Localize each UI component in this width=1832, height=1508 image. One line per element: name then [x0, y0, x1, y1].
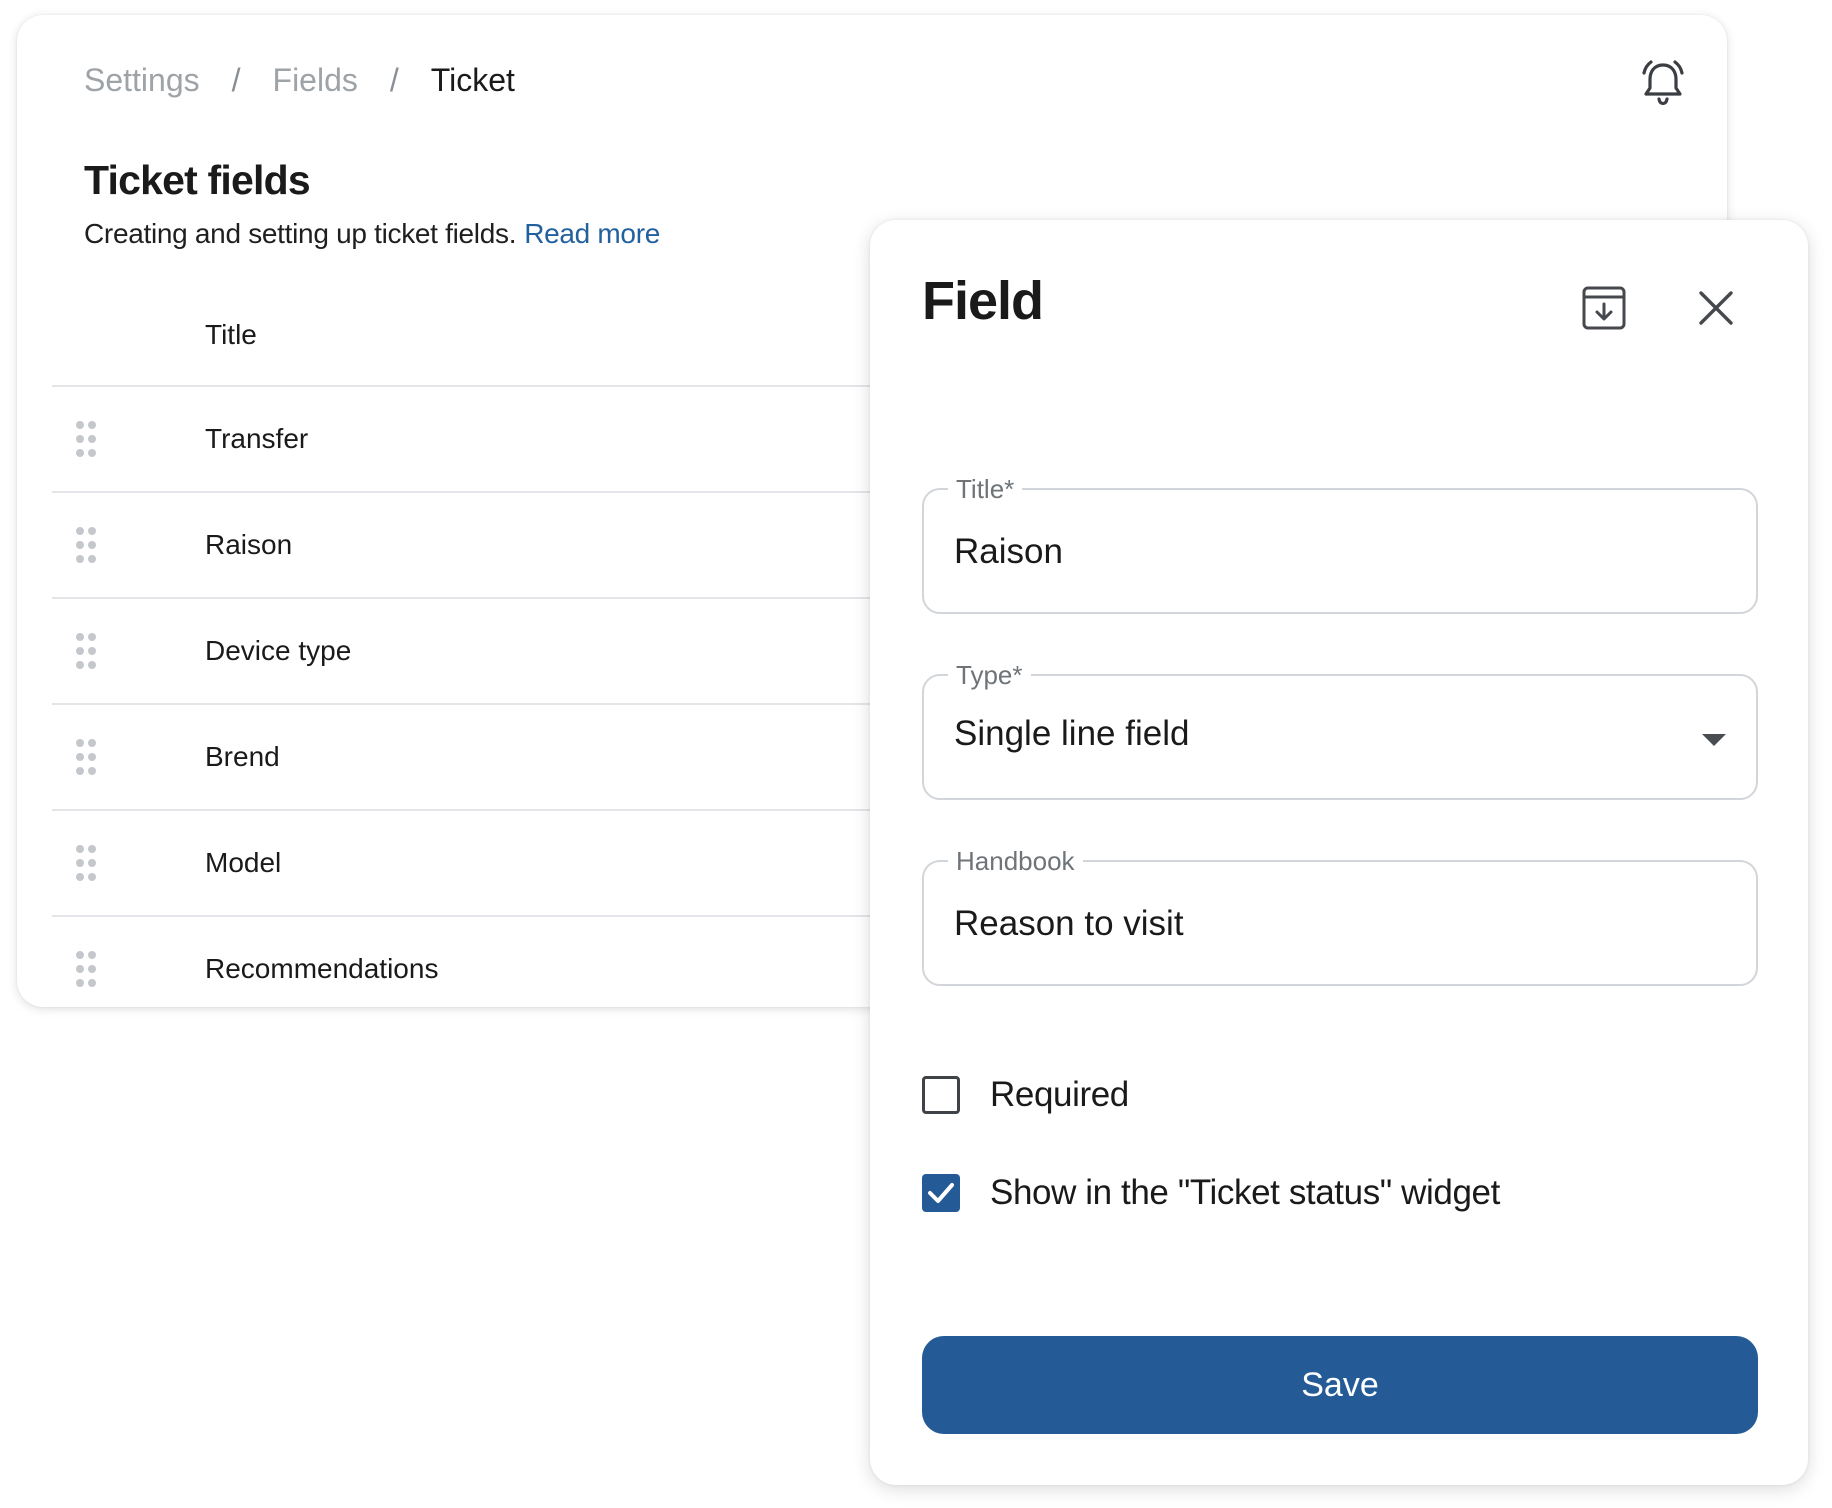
panel-title: Field	[922, 271, 1044, 331]
chevron-down-icon[interactable]	[1702, 734, 1726, 746]
table-header: Title	[52, 290, 912, 387]
title-input[interactable]	[954, 520, 1684, 584]
archive-download-icon[interactable]	[1576, 280, 1632, 336]
row-title: Recommendations	[205, 953, 439, 984]
page-title: Ticket fields	[84, 157, 311, 203]
save-button[interactable]: Save	[922, 1336, 1758, 1434]
title-field: Title*	[922, 473, 1758, 614]
drag-handle-icon[interactable]	[75, 527, 97, 563]
bell-ringing-icon[interactable]	[1635, 55, 1691, 111]
table-row[interactable]: Recommendations	[52, 917, 912, 1021]
handbook-input[interactable]	[954, 892, 1684, 956]
required-checkbox-row[interactable]: Required	[922, 1075, 1129, 1115]
drag-handle-icon[interactable]	[75, 739, 97, 775]
drag-handle-icon[interactable]	[75, 421, 97, 457]
table-row[interactable]: Transfer	[52, 387, 912, 493]
column-header-title: Title	[205, 319, 257, 350]
handbook-field-label: Handbook	[948, 845, 1083, 877]
breadcrumb-settings[interactable]: Settings	[84, 62, 200, 99]
required-checkbox[interactable]	[922, 1076, 960, 1114]
close-icon[interactable]	[1688, 280, 1744, 336]
row-title: Transfer	[205, 423, 309, 454]
show-widget-checkbox[interactable]	[922, 1174, 960, 1212]
breadcrumb: Settings / Fields / Ticket	[84, 62, 515, 99]
breadcrumb-current: Ticket	[430, 62, 515, 98]
row-title: Raison	[205, 529, 293, 560]
breadcrumb-fields[interactable]: Fields	[273, 62, 358, 99]
breadcrumb-separator: /	[389, 62, 399, 98]
type-field-label: Type*	[948, 659, 1031, 691]
handbook-field: Handbook	[922, 845, 1758, 986]
read-more-link[interactable]: Read more	[524, 218, 660, 249]
show-widget-label: Show in the "Ticket status" widget	[990, 1173, 1500, 1212]
breadcrumb-separator: /	[231, 62, 241, 98]
checkmark-icon	[928, 1183, 954, 1203]
row-title: Brend	[205, 741, 280, 772]
drag-handle-icon[interactable]	[75, 633, 97, 669]
show-widget-checkbox-row[interactable]: Show in the "Ticket status" widget	[922, 1173, 1500, 1213]
row-title: Model	[205, 847, 282, 878]
required-label: Required	[990, 1075, 1129, 1114]
fields-list: Transfer Raison Device type Brend Model …	[52, 387, 912, 1021]
page-description: Creating and setting up ticket fields. Re…	[84, 218, 660, 250]
table-row[interactable]: Raison	[52, 493, 912, 599]
table-row[interactable]: Device type	[52, 599, 912, 705]
type-select[interactable]: Type* Single line field	[922, 659, 1758, 800]
field-panel: Field Title* Type* Single line field Han…	[870, 220, 1808, 1485]
row-title: Device type	[205, 635, 352, 666]
drag-handle-icon[interactable]	[75, 845, 97, 881]
table-row[interactable]: Model	[52, 811, 912, 917]
type-select-value: Single line field	[954, 714, 1190, 753]
description-text: Creating and setting up ticket fields.	[84, 218, 517, 249]
title-field-label: Title*	[948, 473, 1023, 505]
table-row[interactable]: Brend	[52, 705, 912, 811]
drag-handle-icon[interactable]	[75, 951, 97, 987]
